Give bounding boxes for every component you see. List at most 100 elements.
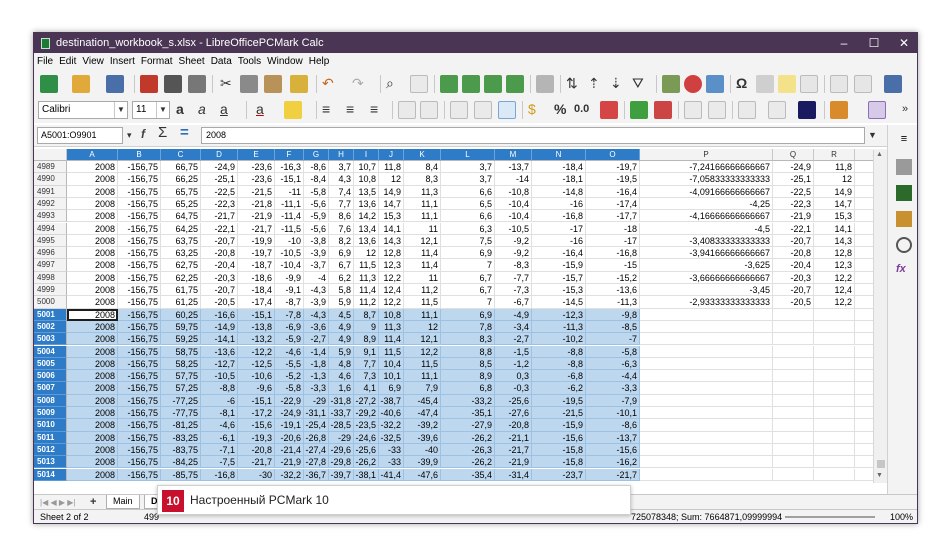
grid-cell[interactable]: -39,9 xyxy=(404,456,441,469)
grid-cell[interactable]: 14,3 xyxy=(379,234,404,248)
add-decimal-icon[interactable] xyxy=(630,101,648,119)
grid-cell[interactable]: -3,3 xyxy=(586,382,640,395)
menu-help[interactable]: Help xyxy=(306,53,333,67)
grid-cell[interactable]: 64,75 xyxy=(161,210,201,223)
comment-icon[interactable] xyxy=(778,75,796,93)
grid-cell[interactable]: 4,3 xyxy=(329,173,354,186)
grid-cell[interactable]: -31,1 xyxy=(304,407,329,420)
row-header[interactable]: 5007 xyxy=(34,382,67,395)
grid-cell[interactable] xyxy=(773,443,814,457)
grid-cell[interactable]: -3,66666666666667 xyxy=(640,271,773,284)
styles-sidebar-icon[interactable] xyxy=(868,101,886,119)
percent-format-icon[interactable]: % xyxy=(554,100,566,118)
grid-cell[interactable]: -8,1 xyxy=(201,407,238,420)
grid-cell[interactable]: 2008 xyxy=(67,161,118,174)
grid-cell[interactable] xyxy=(814,456,855,469)
grid-cell[interactable]: -15,8 xyxy=(532,456,586,469)
column-header-k[interactable]: K xyxy=(404,149,441,161)
grid-cell[interactable]: 11,4 xyxy=(379,333,404,346)
grid-cell[interactable]: 2008 xyxy=(67,185,118,198)
grid-cell[interactable]: -7,7 xyxy=(495,271,532,284)
column-header-b[interactable]: B xyxy=(118,149,161,161)
grid-cell[interactable]: -33,2 xyxy=(441,394,495,407)
grid-cell[interactable]: -156,75 xyxy=(118,456,161,469)
column-header-o[interactable]: O xyxy=(586,149,640,161)
grid-cell[interactable]: 8,8 xyxy=(441,345,495,358)
grid-cell[interactable]: -19,1 xyxy=(275,419,304,432)
grid-cell[interactable]: 5,9 xyxy=(329,345,354,358)
grid-cell[interactable]: -17,7 xyxy=(586,210,640,223)
border-style-icon[interactable] xyxy=(768,101,786,119)
grid-cell[interactable]: 64,25 xyxy=(161,222,201,235)
sort-icon[interactable]: ⇅ xyxy=(566,74,578,92)
sidebar-menu-icon[interactable]: ≡ xyxy=(896,133,912,149)
column-header-f[interactable]: F xyxy=(275,149,304,161)
row-header[interactable]: 5012 xyxy=(34,443,67,457)
grid-cell[interactable]: 58,25 xyxy=(161,357,201,371)
currency-format-icon[interactable]: $ xyxy=(528,100,536,118)
grid-cell[interactable]: -8,3 xyxy=(495,259,532,272)
column-header-p[interactable]: P xyxy=(640,149,773,161)
grid-cell[interactable]: -16,3 xyxy=(275,161,304,174)
grid-cell[interactable]: -21,9 xyxy=(773,210,814,223)
column-header-j[interactable]: J xyxy=(379,149,404,161)
grid-cell[interactable] xyxy=(640,407,773,420)
grid-cell[interactable]: 11,4 xyxy=(404,247,441,260)
grid-cell[interactable]: -29 xyxy=(304,394,329,407)
grid-cell[interactable]: 66,25 xyxy=(161,173,201,186)
grid-cell[interactable]: -6,3 xyxy=(586,357,640,371)
column-header-a[interactable]: A xyxy=(67,149,118,161)
grid-cell[interactable] xyxy=(640,308,773,321)
grid-cell[interactable]: 2008 xyxy=(67,210,118,223)
grid-cell[interactable] xyxy=(814,419,855,432)
grid-cell[interactable]: -3,625 xyxy=(640,259,773,272)
grid-cell[interactable]: -156,75 xyxy=(118,443,161,457)
grid-cell[interactable]: -11,4 xyxy=(275,210,304,223)
grid-cell[interactable]: 14,3 xyxy=(814,234,855,248)
grid-cell[interactable]: 11 xyxy=(404,271,441,284)
close-button[interactable]: ✕ xyxy=(889,33,917,53)
notification-toast[interactable]: 10 Настроенный PCMark 10 xyxy=(157,485,631,515)
grid-cell[interactable]: 11,1 xyxy=(404,197,441,211)
grid-cell[interactable]: -4,4 xyxy=(586,370,640,383)
autofilter-icon[interactable]: ⛛ xyxy=(632,74,644,92)
grid-cell[interactable]: 11,1 xyxy=(404,370,441,383)
pivot-table-icon[interactable] xyxy=(706,75,724,93)
grid-cell[interactable]: 12 xyxy=(379,173,404,186)
grid-cell[interactable]: -12,2 xyxy=(238,345,275,358)
grid-cell[interactable]: -21,9 xyxy=(238,210,275,223)
date-format-icon[interactable] xyxy=(600,101,618,119)
grid-cell[interactable]: -31,4 xyxy=(495,468,532,481)
grid-cell[interactable]: -156,75 xyxy=(118,284,161,297)
grid-cell[interactable]: 8,5 xyxy=(441,357,495,371)
highlight-color-icon[interactable] xyxy=(284,101,302,119)
grid-cell[interactable]: 8,3 xyxy=(441,333,495,346)
freeze-icon[interactable] xyxy=(536,75,554,93)
grid-cell[interactable]: 63,75 xyxy=(161,234,201,248)
grid-cell[interactable]: -156,75 xyxy=(118,234,161,248)
grid-cell[interactable]: -26,2 xyxy=(441,456,495,469)
grid-cell[interactable]: -12,7 xyxy=(201,357,238,371)
grid-cell[interactable]: -16,2 xyxy=(586,456,640,469)
grid-cell[interactable]: -27,6 xyxy=(495,407,532,420)
grid-cell[interactable]: -9,1 xyxy=(275,284,304,297)
grid-cell[interactable]: -22,5 xyxy=(201,185,238,198)
grid-cell[interactable]: -8,7 xyxy=(275,296,304,309)
grid-cell[interactable]: -15,8 xyxy=(532,443,586,457)
grid-cell[interactable]: 2008 xyxy=(67,222,118,235)
grid-cell[interactable]: 7,9 xyxy=(404,382,441,395)
grid-cell[interactable]: 3,7 xyxy=(441,161,495,174)
grid-cell[interactable]: 11,8 xyxy=(814,161,855,174)
grid-cell[interactable] xyxy=(640,320,773,334)
grid-cell[interactable]: 12,3 xyxy=(379,259,404,272)
grid-cell[interactable]: -8,5 xyxy=(586,320,640,334)
grid-cell[interactable]: -7 xyxy=(586,333,640,346)
grid-cell[interactable]: -22,5 xyxy=(773,185,814,198)
grid-cell[interactable]: -22,1 xyxy=(201,222,238,235)
chevron-down-icon[interactable]: ▼ xyxy=(156,102,169,118)
grid-cell[interactable]: -18,4 xyxy=(532,161,586,174)
grid-cell[interactable]: -20,7 xyxy=(773,234,814,248)
grid-cell[interactable]: -17 xyxy=(532,222,586,235)
grid-cell[interactable]: -13,8 xyxy=(238,320,275,334)
grid-cell[interactable]: -156,75 xyxy=(118,382,161,395)
